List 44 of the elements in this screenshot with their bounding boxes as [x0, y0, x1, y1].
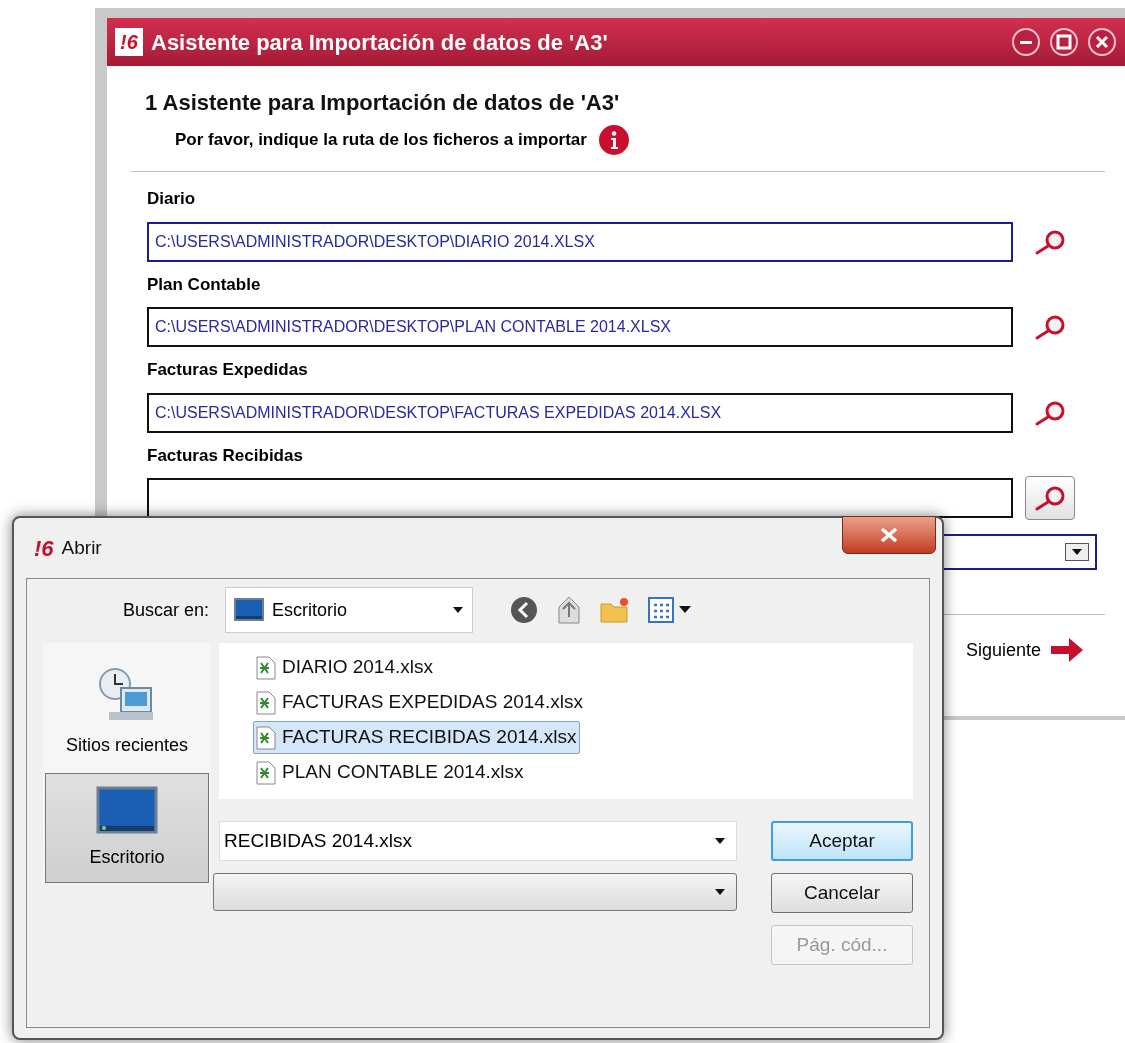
- spreadsheet-file-icon: [256, 655, 276, 680]
- browse-button[interactable]: [1025, 476, 1075, 520]
- caret-icon: [714, 837, 726, 845]
- info-icon: [598, 125, 629, 155]
- close-icon: [879, 527, 899, 543]
- file-type-dropdown[interactable]: [213, 873, 737, 911]
- desktop-icon: [96, 785, 158, 836]
- close-button[interactable]: [842, 516, 936, 554]
- file-item[interactable]: FACTURAS EXPEDIDAS 2014.xlsx: [253, 686, 586, 719]
- caret-icon: [1071, 548, 1083, 556]
- wizard-subtitle: Por favor, indique la ruta de los ficheros a importar: [175, 129, 587, 152]
- file-item[interactable]: DIARIO 2014.xlsx: [253, 651, 436, 684]
- wizard-heading: 1 Asistente para Importación de datos de 'A3': [144, 89, 621, 117]
- caret-icon: [714, 888, 726, 896]
- file-item[interactable]: PLAN CONTABLE 2014.xlsx: [253, 756, 527, 789]
- dialog-button[interactable]: Aceptar: [771, 821, 913, 861]
- file-name-field[interactable]: RECIBIDAS 2014.xlsx: [219, 821, 737, 861]
- minimize-icon[interactable]: [1011, 27, 1041, 57]
- file-item[interactable]: FACTURAS RECIBIDAS 2014.xlsx: [253, 721, 580, 754]
- app-logo: !6: [115, 28, 143, 56]
- next-button[interactable]: Siguiente: [965, 635, 1085, 665]
- path-field[interactable]: C:\USERS\ADMINISTRADOR\DESKTOP\DIARIO 2014.XLSX: [147, 221, 1013, 262]
- spreadsheet-file-icon: [256, 690, 276, 715]
- path-field[interactable]: C:\USERS\ADMINISTRADOR\DESKTOP\PLAN CONTABLE 2014.XLSX: [147, 307, 1013, 347]
- field-label: Facturas Expedidas: [147, 359, 309, 381]
- place-item[interactable]: Escritorio: [45, 773, 209, 883]
- maximize-icon[interactable]: [1049, 27, 1079, 57]
- look-in-label: Buscar en:: [123, 598, 210, 622]
- back-icon[interactable]: [509, 595, 540, 625]
- look-in-dropdown[interactable]: Escritorio: [225, 587, 474, 633]
- app-logo: !6: [34, 534, 54, 563]
- path-field[interactable]: C:\USERS\ADMINISTRADOR\DESKTOP\FACTURAS EXPEDIDAS 2014.XLSX: [147, 392, 1013, 433]
- spreadsheet-file-icon: [256, 725, 276, 750]
- field-label: Plan Contable: [147, 273, 262, 296]
- spreadsheet-file-icon: [256, 760, 276, 785]
- field-label: Diario: [147, 188, 197, 210]
- dialog-title: Abrir: [61, 535, 102, 560]
- arrow-right-icon: [1049, 635, 1085, 665]
- close-icon[interactable]: [1087, 27, 1117, 57]
- dialog-button[interactable]: Cancelar: [771, 873, 913, 913]
- window-title: Asistente para Importación de datos de 'A3': [151, 28, 609, 57]
- place-item[interactable]: Sitios recientes: [45, 657, 209, 767]
- desktop-icon: [234, 598, 265, 622]
- field-label: Facturas Recibidas: [147, 444, 304, 467]
